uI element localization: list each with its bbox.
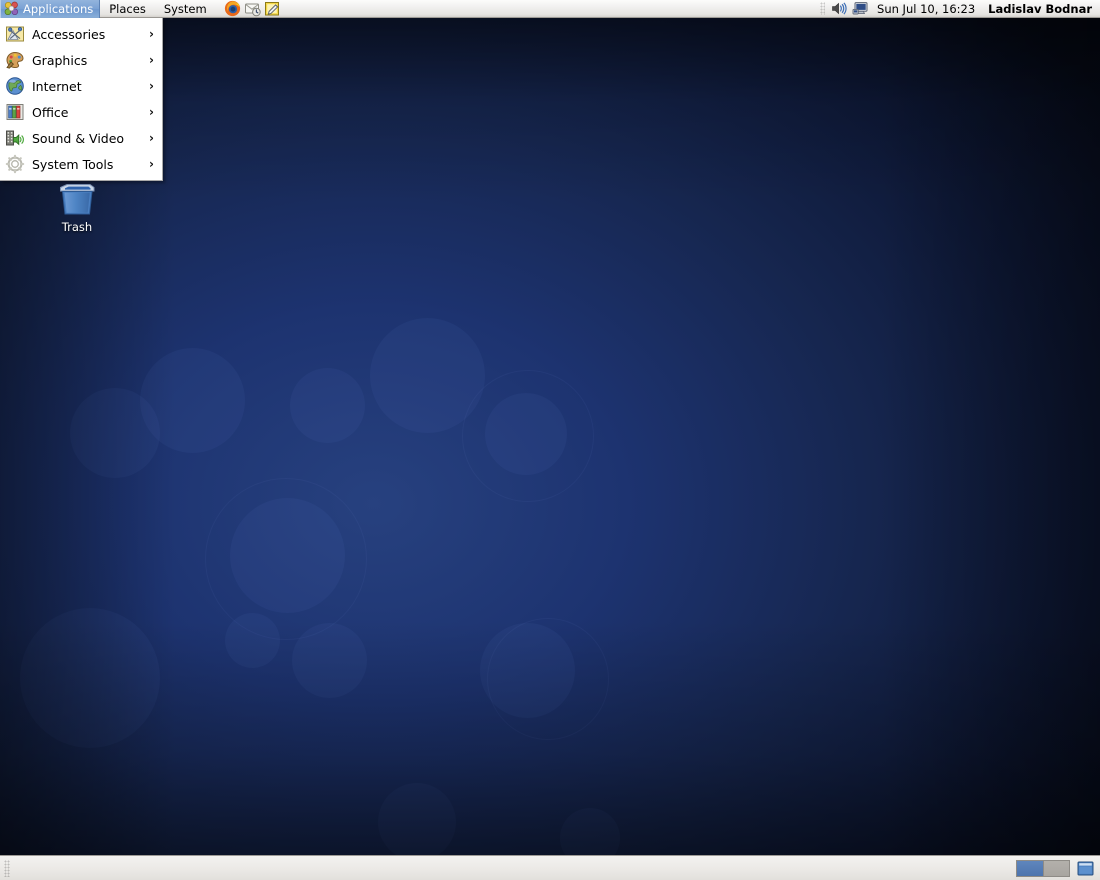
workspace-1[interactable]: [1017, 860, 1043, 876]
menu-item-graphics-label: Graphics: [32, 52, 88, 68]
chevron-right-icon: ›: [149, 157, 154, 171]
places-menu-button[interactable]: Places: [100, 0, 155, 18]
clock[interactable]: Sun Jul 10, 16:23: [874, 2, 978, 16]
panel-launchers: [224, 0, 281, 17]
panel-notification-area: Sun Jul 10, 16:23 Ladislav Bodnar: [820, 0, 1100, 17]
places-menu-label: Places: [109, 1, 146, 16]
accessories-icon: [6, 26, 24, 42]
system-menu-label: System: [163, 1, 207, 16]
wallpaper-bokeh-circle: [20, 608, 160, 748]
menu-item-office-label: Office: [32, 104, 69, 120]
trash-desktop-icon[interactable]: Trash: [46, 180, 108, 234]
trash-desktop-icon-label: Trash: [61, 220, 93, 234]
applications-menu-button[interactable]: Applications: [0, 0, 101, 18]
wallpaper-bokeh-ring: [205, 478, 367, 640]
bottom-panel: [0, 855, 1100, 880]
menu-item-system-tools-label: System Tools: [32, 156, 114, 172]
menu-item-accessories[interactable]: Accessories ›: [0, 21, 162, 47]
chevron-right-icon: ›: [149, 131, 154, 145]
top-panel: Applications Places System Sun Jul 10, 1…: [0, 0, 1100, 18]
wallpaper-bokeh-ring: [462, 370, 594, 502]
wallpaper-bokeh-circle: [378, 783, 456, 855]
menu-item-internet-label: Internet: [32, 78, 82, 94]
firefox-launcher-icon[interactable]: [224, 0, 241, 17]
workspace-2[interactable]: [1043, 860, 1069, 876]
system-tools-icon: [5, 154, 25, 174]
menu-item-accessories-label: Accessories: [32, 26, 106, 42]
system-menu-button[interactable]: System: [155, 0, 216, 18]
wallpaper-bokeh-circle: [70, 388, 160, 478]
chevron-right-icon: ›: [149, 27, 154, 41]
sound-video-icon: [6, 130, 24, 146]
menu-item-graphics[interactable]: Graphics ›: [0, 47, 162, 73]
chevron-right-icon: ›: [149, 79, 154, 93]
menu-item-sound-video-label: Sound & Video: [32, 130, 125, 146]
chevron-right-icon: ›: [149, 105, 154, 119]
desktop-background[interactable]: [0, 18, 1100, 855]
tray-drag-handle[interactable]: [820, 2, 826, 15]
internet-icon: [6, 77, 24, 95]
user-name-label[interactable]: Ladislav Bodnar: [983, 2, 1092, 16]
wallpaper-bokeh-circle: [292, 623, 367, 698]
menu-item-internet[interactable]: Internet ›: [0, 73, 162, 99]
network-monitor-icon[interactable]: [852, 0, 869, 17]
office-icon: [6, 104, 24, 120]
applications-menu-label: Applications: [23, 1, 94, 16]
volume-icon[interactable]: [830, 0, 847, 17]
bottom-panel-right-area: [1016, 859, 1100, 878]
wallpaper-bokeh-ring: [487, 618, 609, 740]
wallpaper-bokeh-circle: [560, 808, 620, 855]
menu-item-sound-video[interactable]: Sound & Video ›: [0, 125, 162, 151]
chevron-right-icon: ›: [149, 53, 154, 67]
wallpaper-bokeh-circle: [290, 368, 365, 443]
text-editor-launcher-icon[interactable]: [264, 0, 281, 17]
wallpaper-bokeh-circle: [225, 613, 280, 668]
applications-menu-icon: [4, 1, 19, 16]
applications-menu-popup: Accessories › Graphics › Internet › Offi…: [0, 18, 163, 181]
menu-item-system-tools[interactable]: System Tools ›: [0, 151, 162, 177]
trash-icon: [60, 184, 95, 215]
workspace-switcher[interactable]: [1016, 859, 1070, 877]
window-list[interactable]: [10, 856, 1016, 880]
graphics-icon: [6, 51, 24, 69]
panel-menu-bar: Applications Places System: [0, 0, 216, 18]
trash-applet-icon[interactable]: [1076, 859, 1095, 878]
desktop-screen: Trash Applications Places System Sun Jul…: [0, 0, 1100, 880]
menu-item-office[interactable]: Office ›: [0, 99, 162, 125]
evolution-mail-launcher-icon[interactable]: [244, 0, 261, 17]
